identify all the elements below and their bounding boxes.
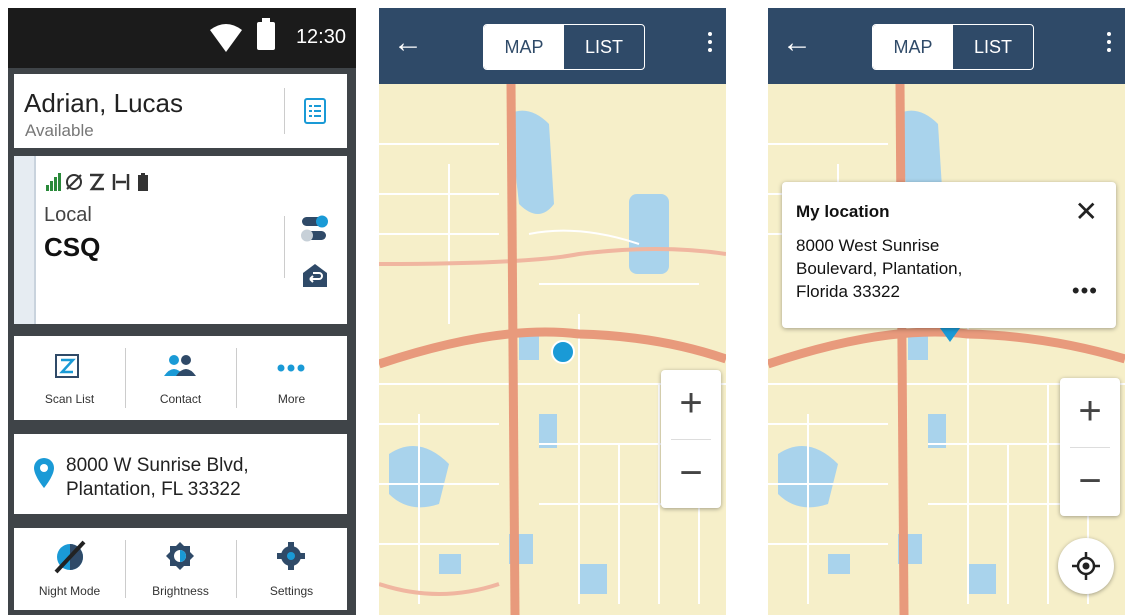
channel-card[interactable]: Local CSQ (14, 156, 347, 324)
contact-card[interactable]: Adrian, Lucas Available (14, 74, 347, 148)
close-icon[interactable]: ✕ (1075, 198, 1098, 226)
scan-list-label: Scan List (44, 392, 95, 406)
tab-list[interactable]: LIST (564, 25, 644, 69)
popup-more-button[interactable]: ••• (1072, 278, 1098, 304)
controls-card: Night Mode Brightness Settings (14, 528, 347, 610)
zoom-control: + − (661, 370, 721, 508)
divider (284, 216, 285, 278)
location-popup: My location ✕ 8000 West Sunrise Boulevar… (782, 182, 1116, 328)
address-line-2: Plantation, FL 33322 (66, 479, 241, 500)
scan-list-icon (55, 354, 79, 378)
back-arrow-icon[interactable]: ← (393, 28, 423, 58)
signal-icon (46, 173, 61, 191)
zoom-in-button[interactable]: + (661, 370, 721, 438)
contact-name: Adrian, Lucas (24, 88, 183, 118)
zoom-control: + − (1060, 378, 1120, 516)
radio-status-icons (46, 173, 148, 191)
overflow-menu-icon[interactable] (1107, 32, 1111, 56)
address-line-1: 8000 W Sunrise Blvd, (66, 455, 249, 476)
night-mode-button[interactable]: Night Mode (14, 528, 125, 610)
radio-home-screen: 12:30 Adrian, Lucas Available Local CSQ (8, 8, 356, 615)
crosshair-icon (1072, 552, 1100, 580)
view-toggle: MAP LIST (872, 24, 1034, 70)
my-location-button[interactable] (1058, 538, 1114, 594)
my-location-dot (551, 340, 575, 364)
back-arrow-icon[interactable]: ← (782, 28, 812, 58)
scan-icon (89, 173, 105, 191)
status-bar: 12:30 (8, 8, 356, 68)
brightness-icon (166, 542, 194, 570)
zone-label: Local (44, 204, 92, 226)
battery-icon (257, 18, 275, 50)
map-canvas[interactable] (379, 84, 726, 615)
popup-title: My location (796, 202, 890, 221)
tab-map[interactable]: MAP (484, 25, 564, 69)
popup-address-line-2: Boulevard, Plantation, (796, 259, 963, 278)
settings-gear-icon (277, 542, 305, 570)
contact-label: Contact (159, 392, 202, 406)
zoom-out-button[interactable]: − (661, 440, 721, 508)
app-bar: ← MAP LIST (768, 8, 1125, 84)
popup-address: 8000 West Sunrise Boulevard, Plantation,… (796, 234, 962, 303)
divider (284, 88, 285, 134)
popup-address-line-3: Florida 33322 (796, 282, 900, 301)
location-pin-icon (34, 458, 54, 488)
more-button[interactable]: More (236, 336, 347, 420)
more-label: More (277, 392, 306, 406)
overflow-menu-icon[interactable] (708, 32, 712, 56)
more-dots-icon (277, 364, 305, 372)
channel-indicator-strip (14, 156, 36, 324)
home-channel-icon[interactable] (302, 262, 328, 288)
toggle-switch-icon[interactable] (300, 214, 330, 242)
zoom-out-button[interactable]: − (1060, 448, 1120, 516)
channel-name: CSQ (44, 232, 101, 262)
settings-button[interactable]: Settings (236, 528, 347, 610)
zoom-in-button[interactable]: + (1060, 378, 1120, 446)
contact-button[interactable]: Contact (125, 336, 236, 420)
view-toggle: MAP LIST (483, 24, 645, 70)
no-gps-icon (66, 174, 82, 190)
wifi-icon (210, 24, 242, 52)
brightness-button[interactable]: Brightness (125, 528, 236, 610)
scan-list-button[interactable]: Scan List (14, 336, 125, 420)
night-mode-label: Night Mode (38, 584, 101, 598)
location-card[interactable]: 8000 W Sunrise Blvd, Plantation, FL 3332… (14, 434, 347, 514)
location-address: 8000 W Sunrise Blvd, Plantation, FL 3332… (66, 454, 249, 502)
shortcuts-card: Scan List Contact More (14, 336, 347, 420)
talkaround-icon (112, 174, 130, 190)
contacts-icon (164, 355, 196, 376)
tab-map[interactable]: MAP (873, 25, 953, 69)
app-bar: ← MAP LIST (379, 8, 726, 84)
popup-address-line-1: 8000 West Sunrise (796, 236, 940, 255)
settings-label: Settings (269, 584, 314, 598)
contact-list-icon[interactable] (304, 98, 326, 124)
night-mode-icon (54, 540, 86, 574)
map-location-screen: ← MAP LIST My location ✕ 8000 West Sunri… (768, 8, 1125, 615)
contact-status: Available (25, 121, 94, 140)
map-canvas[interactable] (768, 84, 1125, 615)
tab-list[interactable]: LIST (953, 25, 1033, 69)
brightness-label: Brightness (152, 584, 209, 598)
battery-status-icon (138, 173, 148, 191)
map-screen: ← MAP LIST + − (379, 8, 726, 615)
clock: 12:30 (295, 26, 346, 48)
